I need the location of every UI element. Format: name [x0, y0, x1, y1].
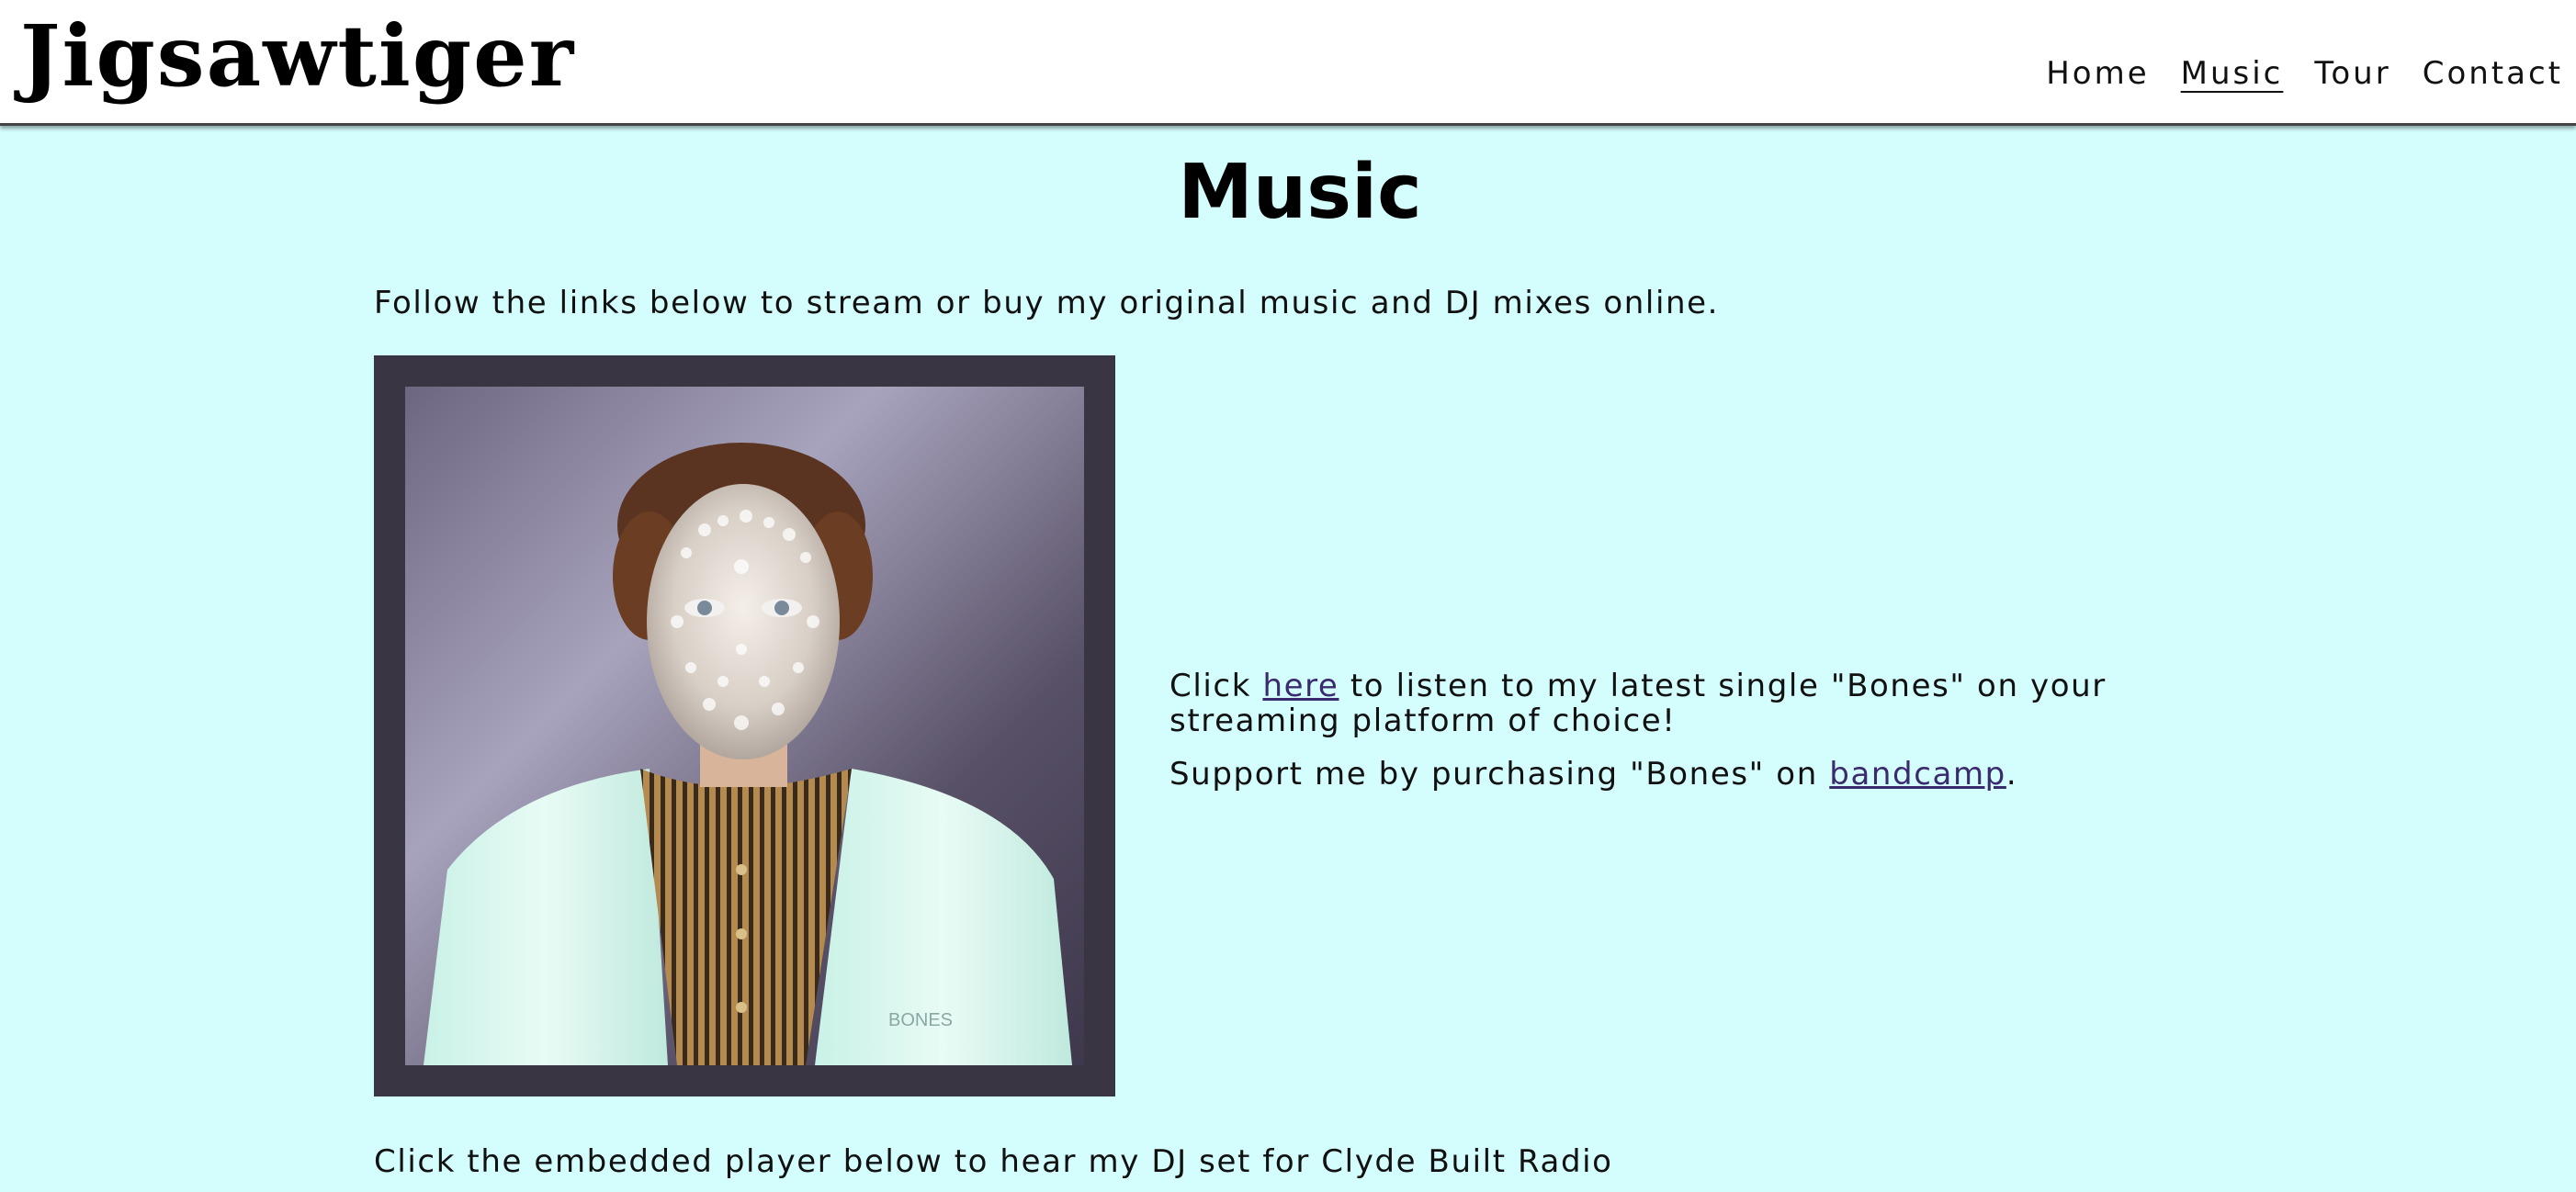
nav-item-contact[interactable]: Contact: [2423, 53, 2563, 94]
cover-text: BONES: [888, 1010, 953, 1030]
nav-item-music[interactable]: Music: [2181, 53, 2284, 94]
main-nav: Home Music Tour Contact: [2046, 53, 2563, 94]
site-header: Jigsawtiger Home Music Tour Contact: [0, 0, 2576, 126]
stream-link[interactable]: here: [1262, 668, 1339, 704]
buy-prefix: Support me by purchasing "Bones" on: [1169, 756, 1830, 793]
album-cover: BONES: [374, 355, 1115, 1096]
stream-prefix: Click: [1169, 668, 1263, 704]
buy-paragraph: Support me by purchasing "Bones" on band…: [1169, 757, 2235, 792]
embed-player-note: Click the embedded player below to hear …: [374, 1143, 1613, 1180]
page-title: Music: [1178, 149, 1422, 236]
album-cover-image: BONES: [374, 355, 1115, 1096]
nav-item-home[interactable]: Home: [2046, 53, 2149, 94]
stream-paragraph: Click here to listen to my latest single…: [1169, 669, 2235, 738]
nav-item-tour[interactable]: Tour: [2314, 53, 2390, 94]
buy-suffix: .: [2005, 756, 2018, 793]
intro-text: Follow the links below to stream or buy …: [374, 285, 1720, 321]
single-info: Click here to listen to my latest single…: [1169, 669, 2235, 810]
bandcamp-link[interactable]: bandcamp: [1829, 756, 2006, 793]
site-title[interactable]: Jigsawtiger: [20, 6, 575, 107]
